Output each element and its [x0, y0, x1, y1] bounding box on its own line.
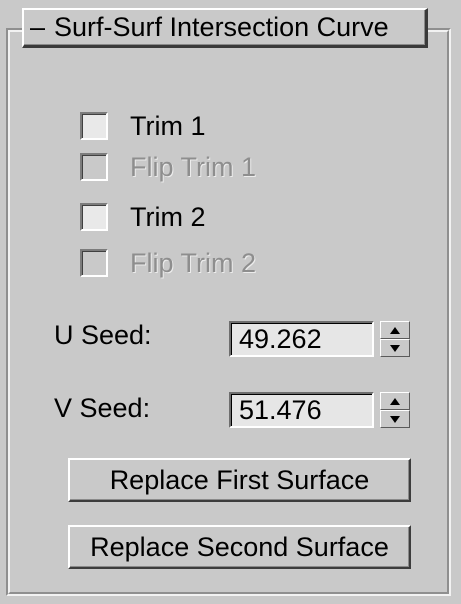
rollout-title-button[interactable]: – Surf-Surf Intersection Curve	[22, 8, 428, 48]
v-seed-spinner[interactable]	[380, 392, 410, 428]
rollout-frame	[6, 28, 451, 596]
u-seed-input[interactable]	[229, 321, 374, 357]
flip-trim1-checkbox	[80, 153, 108, 181]
trim1-checkbox[interactable]	[80, 112, 108, 140]
v-seed-label: V Seed:	[54, 393, 151, 423]
trim1-label: Trim 1	[130, 110, 206, 141]
arrow-down-icon	[390, 415, 400, 423]
flip-trim2-checkbox	[80, 249, 108, 277]
v-seed-input[interactable]	[229, 392, 374, 428]
v-seed-decrement-button[interactable]	[380, 410, 410, 428]
trim1-option[interactable]: Trim 1	[80, 109, 206, 143]
u-seed-decrement-button[interactable]	[380, 339, 410, 357]
flip-trim1-option: Flip Trim 1	[80, 150, 256, 184]
arrow-down-icon	[390, 344, 400, 352]
trim2-option[interactable]: Trim 2	[80, 200, 206, 234]
collapse-icon: –	[30, 12, 46, 42]
flip-trim1-label: Flip Trim 1	[130, 151, 257, 182]
surf-surf-intersection-rollout: – Surf-Surf Intersection Curve Trim 1 Fli…	[0, 0, 461, 604]
rollout-title-label: Surf-Surf Intersection Curve	[54, 12, 389, 42]
u-seed-label: U Seed:	[54, 320, 152, 350]
flip-trim2-option: Flip Trim 2	[80, 246, 256, 280]
u-seed-increment-button[interactable]	[380, 321, 410, 339]
trim2-label: Trim 2	[130, 201, 206, 232]
flip-trim2-label: Flip Trim 2	[130, 247, 257, 278]
v-seed-increment-button[interactable]	[380, 392, 410, 410]
arrow-up-icon	[390, 397, 400, 405]
replace-first-surface-button[interactable]: Replace First Surface	[68, 458, 411, 502]
u-seed-spinner[interactable]	[380, 321, 410, 357]
replace-second-surface-button[interactable]: Replace Second Surface	[68, 525, 411, 569]
arrow-up-icon	[390, 326, 400, 334]
trim2-checkbox[interactable]	[80, 203, 108, 231]
